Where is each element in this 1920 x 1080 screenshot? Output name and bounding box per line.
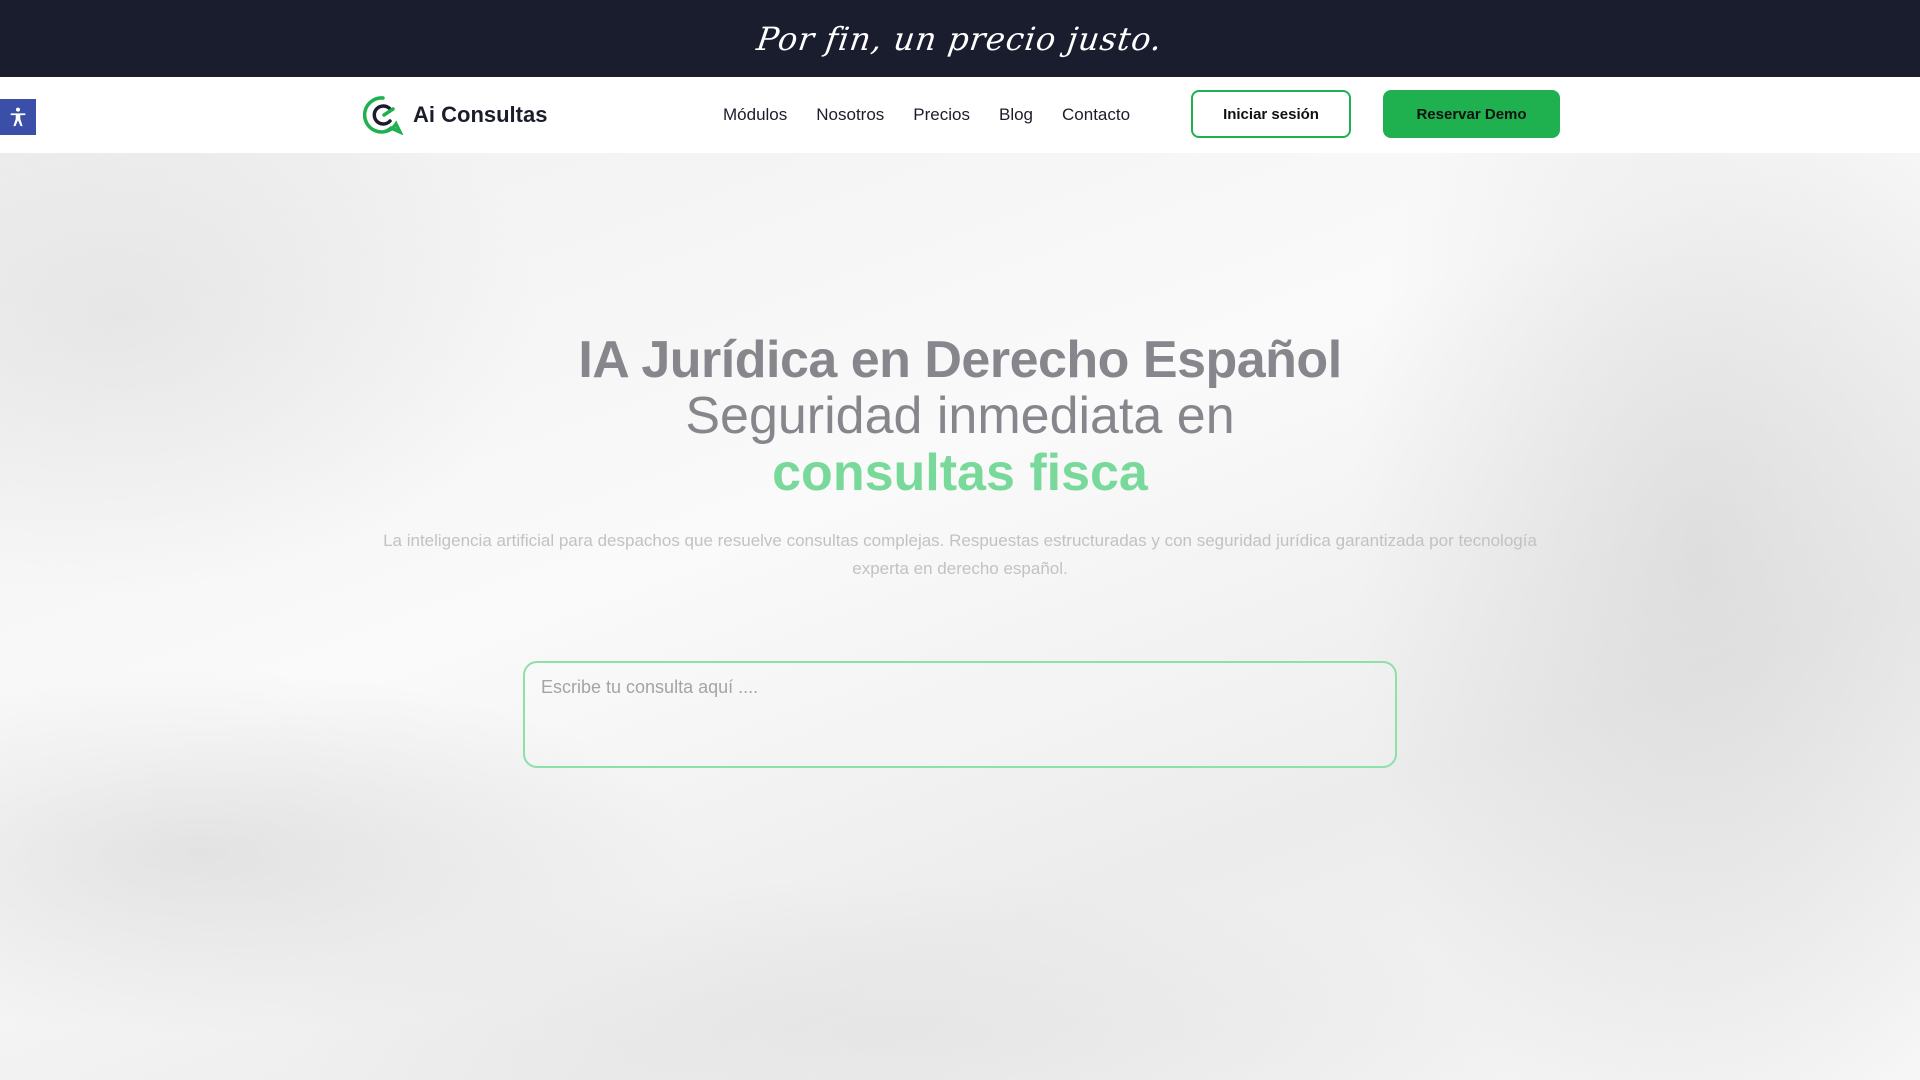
nav-link-nosotros[interactable]: Nosotros xyxy=(816,105,884,125)
accessibility-icon xyxy=(10,107,26,127)
announcement-bar: Por fin, un precio justo. xyxy=(0,0,1920,77)
hero-subtitle: Seguridad inmediata en xyxy=(685,387,1235,445)
logo[interactable]: Ai Consultas xyxy=(363,94,547,136)
nav-link-blog[interactable]: Blog xyxy=(999,105,1033,125)
hero-description: La inteligencia artificial para despacho… xyxy=(383,531,1537,578)
nav-link-precios[interactable]: Precios xyxy=(913,105,970,125)
hero-accent-text: consultas fisca xyxy=(772,444,1148,502)
nav-link-contacto[interactable]: Contacto xyxy=(1062,105,1130,125)
login-button[interactable]: Iniciar sesión xyxy=(1191,90,1351,138)
announcement-tagline: Por fin, un precio justo. xyxy=(754,19,1166,58)
ai-consultas-logo-icon xyxy=(363,96,403,135)
nav-links: Módulos Nosotros Precios Blog Contacto xyxy=(723,101,1130,129)
hero-title: IA Jurídica en Derecho Español xyxy=(578,331,1342,389)
logo-text: Ai Consultas xyxy=(413,102,548,127)
accessibility-toggle-button[interactable] xyxy=(0,99,36,135)
book-demo-button[interactable]: Reservar Demo xyxy=(1383,90,1560,138)
query-input[interactable] xyxy=(523,661,1397,768)
nav-link-modulos[interactable]: Módulos xyxy=(723,105,787,125)
hero-section: IA Jurídica en Derecho Español Seguridad… xyxy=(0,153,1920,1080)
main-navbar: Ai Consultas Módulos Nosotros Precios Bl… xyxy=(0,77,1920,153)
